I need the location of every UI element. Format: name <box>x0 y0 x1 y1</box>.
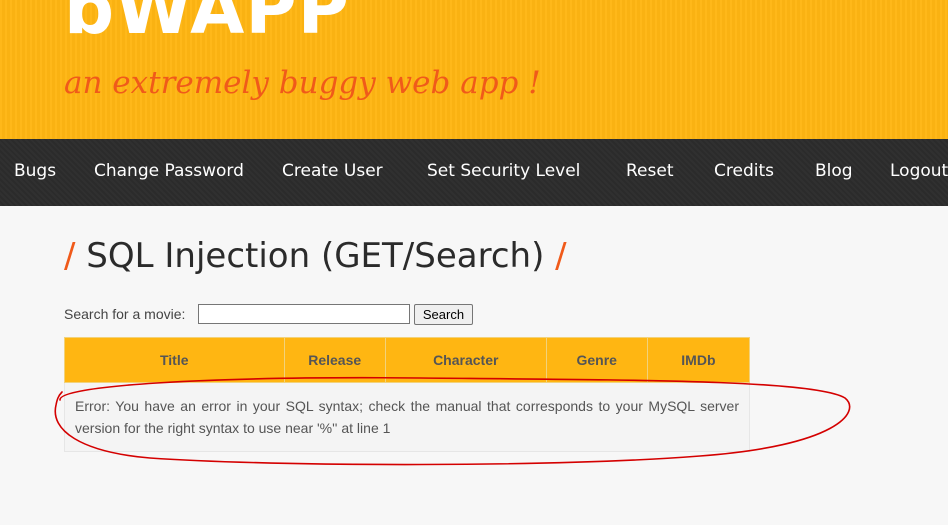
main-nav: Bugs Change Password Create User Set Sec… <box>0 139 948 206</box>
title-slash-left: / <box>64 236 76 276</box>
column-header-imdb: IMDb <box>646 337 751 383</box>
page-title: / SQL Injection (GET/Search) / <box>64 236 567 276</box>
nav-change-password[interactable]: Change Password <box>94 161 244 181</box>
nav-blog[interactable]: Blog <box>815 161 853 181</box>
table-row: Error: You have an error in your SQL syn… <box>64 382 750 452</box>
column-header-title: Title <box>64 337 285 383</box>
search-input[interactable] <box>198 304 410 324</box>
column-header-character: Character <box>384 337 547 383</box>
nav-set-security-level[interactable]: Set Security Level <box>427 161 580 181</box>
nav-credits[interactable]: Credits <box>714 161 774 181</box>
sql-error-message: Error: You have an error in your SQL syn… <box>64 382 750 452</box>
page-title-text: SQL Injection (GET/Search) <box>86 236 545 276</box>
nav-bugs[interactable]: Bugs <box>14 161 56 181</box>
title-slash-right: / <box>555 236 567 276</box>
app-tagline: an extremely buggy web app ! <box>64 65 541 101</box>
table-header-row: Title Release Character Genre IMDb <box>64 337 751 383</box>
search-label: Search for a movie: <box>64 306 186 322</box>
column-header-release: Release <box>283 337 386 383</box>
nav-create-user[interactable]: Create User <box>282 161 383 181</box>
search-button[interactable]: Search <box>414 304 473 325</box>
app-logo[interactable]: bWAPP <box>64 0 350 44</box>
column-header-genre: Genre <box>545 337 648 383</box>
nav-reset[interactable]: Reset <box>626 161 674 181</box>
nav-logout[interactable]: Logout <box>890 161 948 181</box>
header-banner: bWAPP an extremely buggy web app ! <box>0 0 948 139</box>
results-table: Title Release Character Genre IMDb Error… <box>64 337 751 452</box>
